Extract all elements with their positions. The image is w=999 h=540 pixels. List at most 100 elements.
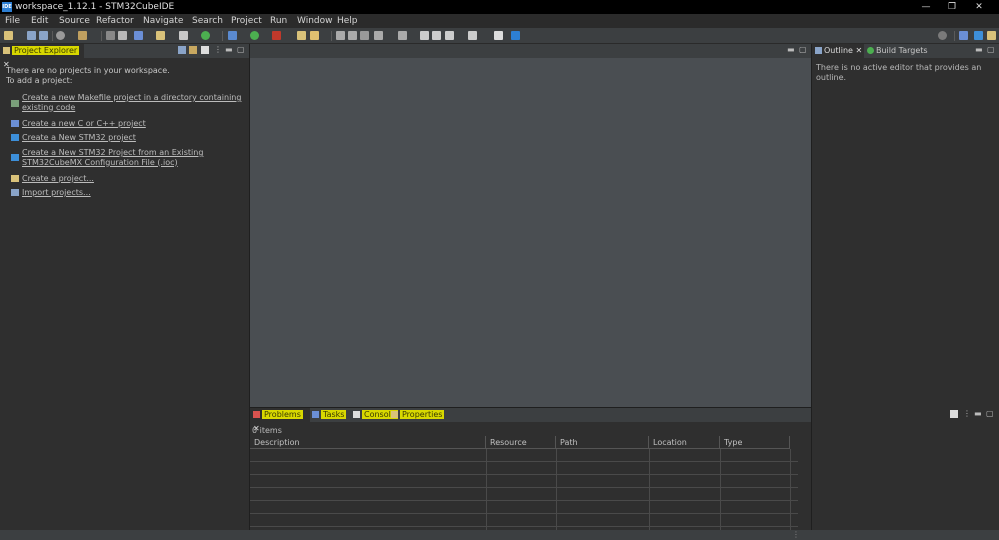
build-hammer-icon[interactable] [78, 31, 87, 40]
back-arrow-icon[interactable] [420, 31, 429, 40]
info-icon[interactable] [511, 31, 520, 40]
menu-help[interactable]: Help [337, 15, 358, 27]
tab-project-explorer[interactable]: Project Explorer ✕ [0, 44, 84, 69]
debug-config-icon[interactable] [106, 31, 115, 40]
editor-maximize-icon[interactable]: ▢ [799, 45, 807, 55]
cpp-perspective-icon[interactable] [974, 31, 983, 40]
prev-annotation-icon[interactable] [398, 31, 407, 40]
collapse-all-icon[interactable] [178, 46, 186, 54]
filter-icon[interactable] [950, 410, 958, 418]
menu-search[interactable]: Search [192, 15, 223, 27]
minimize-view-icon[interactable]: ▬ [974, 409, 982, 419]
table-row [250, 526, 798, 527]
table-row [250, 474, 798, 475]
create-stm32-from-ioc-link[interactable]: Create a New STM32 Project from an Exist… [22, 148, 203, 167]
tab-problems[interactable]: Problems ✕ [250, 408, 310, 433]
open-folder-icon[interactable] [156, 31, 165, 40]
maximize-view-icon[interactable]: ▢ [237, 45, 245, 55]
toolbar-separator [954, 31, 955, 41]
stm32-project-icon [11, 134, 19, 141]
close-window-button[interactable]: ✕ [966, 0, 992, 14]
back-icon[interactable] [445, 31, 454, 40]
new-icon[interactable] [4, 31, 13, 40]
create-stm32-project-link[interactable]: Create a New STM32 project [22, 133, 136, 143]
problems-table: Description Resource Path Location Type [250, 436, 798, 530]
minimize-view-icon[interactable]: ▬ [225, 45, 233, 55]
stm32-ioc-project-icon [11, 154, 19, 161]
save-icon[interactable] [27, 31, 36, 40]
c-project-icon [11, 120, 19, 127]
menu-source[interactable]: Source [59, 15, 90, 27]
import-projects-link[interactable]: Import projects... [22, 188, 91, 198]
toggle-markers-icon[interactable] [336, 31, 345, 40]
perspective-icon[interactable] [959, 31, 968, 40]
maximize-view-icon[interactable]: ▢ [987, 45, 995, 55]
forward-icon[interactable] [468, 31, 477, 40]
block-select-icon[interactable] [348, 31, 357, 40]
table-row [250, 461, 798, 462]
whitespace-icon[interactable] [360, 31, 369, 40]
settings-icon[interactable] [56, 31, 65, 40]
col-description[interactable]: Description [250, 436, 486, 449]
table-row [250, 513, 798, 514]
run-icon[interactable] [250, 31, 259, 40]
empty-workspace-message: There are no projects in your workspace. [6, 66, 170, 75]
import-icon [11, 189, 19, 196]
debug-perspective-icon[interactable] [987, 31, 996, 40]
next-annotation-icon[interactable] [374, 31, 383, 40]
menu-run[interactable]: Run [270, 15, 287, 27]
view-menu-icon[interactable]: ⋮ [214, 45, 222, 55]
menu-edit[interactable]: Edit [31, 15, 48, 27]
save-all-icon[interactable] [39, 31, 48, 40]
open-resource-icon[interactable] [297, 31, 306, 40]
forward-edit-icon[interactable] [432, 31, 441, 40]
tab-outline[interactable]: Outline ✕ [812, 44, 864, 58]
minimize-button[interactable]: — [913, 0, 939, 14]
view-menu-icon[interactable]: ⋮ [963, 409, 971, 419]
close-tab-icon[interactable]: ✕ [856, 46, 863, 55]
toolbar-separator [222, 31, 223, 41]
problems-panel: Problems ✕ Tasks Console Properties 0 it… [250, 408, 811, 530]
menu-project[interactable]: Project [231, 15, 262, 27]
create-makefile-project-link[interactable]: Create a new Makefile project in a direc… [22, 93, 241, 112]
create-project-link[interactable]: Create a project... [22, 174, 94, 184]
tab-properties[interactable]: Properties [391, 410, 445, 420]
makefile-project-icon [11, 100, 19, 107]
filter-icon[interactable] [201, 46, 209, 54]
column-divider [556, 449, 557, 530]
menu-file[interactable]: File [5, 15, 20, 27]
refresh-icon[interactable] [201, 31, 210, 40]
toolbar-separator [331, 31, 332, 41]
outline-panel: Outline ✕ Build Targets ▬ ▢ There is no … [812, 44, 999, 530]
new-project-icon[interactable] [134, 31, 143, 40]
col-path[interactable]: Path [556, 436, 649, 449]
col-resource[interactable]: Resource [486, 436, 556, 449]
pen-icon[interactable] [310, 31, 319, 40]
restore-button[interactable]: ❐ [939, 0, 965, 14]
open-type-icon[interactable] [179, 31, 188, 40]
column-divider [720, 449, 721, 530]
toolbar-separator [101, 31, 102, 41]
menu-navigate[interactable]: Navigate [143, 15, 183, 27]
link-editor-icon[interactable] [189, 46, 197, 54]
editor-area: ▬ ▢ [250, 44, 811, 408]
col-type[interactable]: Type [720, 436, 790, 449]
tab-tasks[interactable]: Tasks [312, 410, 347, 420]
search-icon[interactable] [938, 31, 947, 40]
external-tools-icon[interactable] [272, 31, 281, 40]
editor-tab-bar: ▬ ▢ [250, 44, 811, 58]
menu-window[interactable]: Window [297, 15, 333, 27]
status-bar: ⋮ [0, 530, 999, 540]
tab-build-targets[interactable]: Build Targets [867, 44, 928, 58]
editor-minimize-icon[interactable]: ▬ [787, 45, 795, 55]
title-bar: IDE workspace_1.12.1 - STM32CubeIDE — ❐ … [0, 0, 999, 14]
menu-refactor[interactable]: Refactor [96, 15, 134, 27]
col-location[interactable]: Location [649, 436, 720, 449]
maximize-view-icon[interactable]: ▢ [986, 409, 994, 419]
minimize-view-icon[interactable]: ▬ [975, 45, 983, 55]
debug-bug-icon[interactable] [228, 31, 237, 40]
device-icon[interactable] [118, 31, 127, 40]
create-c-cpp-project-link[interactable]: Create a new C or C++ project [22, 119, 146, 129]
menu-bar: File Edit Source Refactor Navigate Searc… [0, 14, 999, 28]
terminal-icon[interactable] [494, 31, 503, 40]
